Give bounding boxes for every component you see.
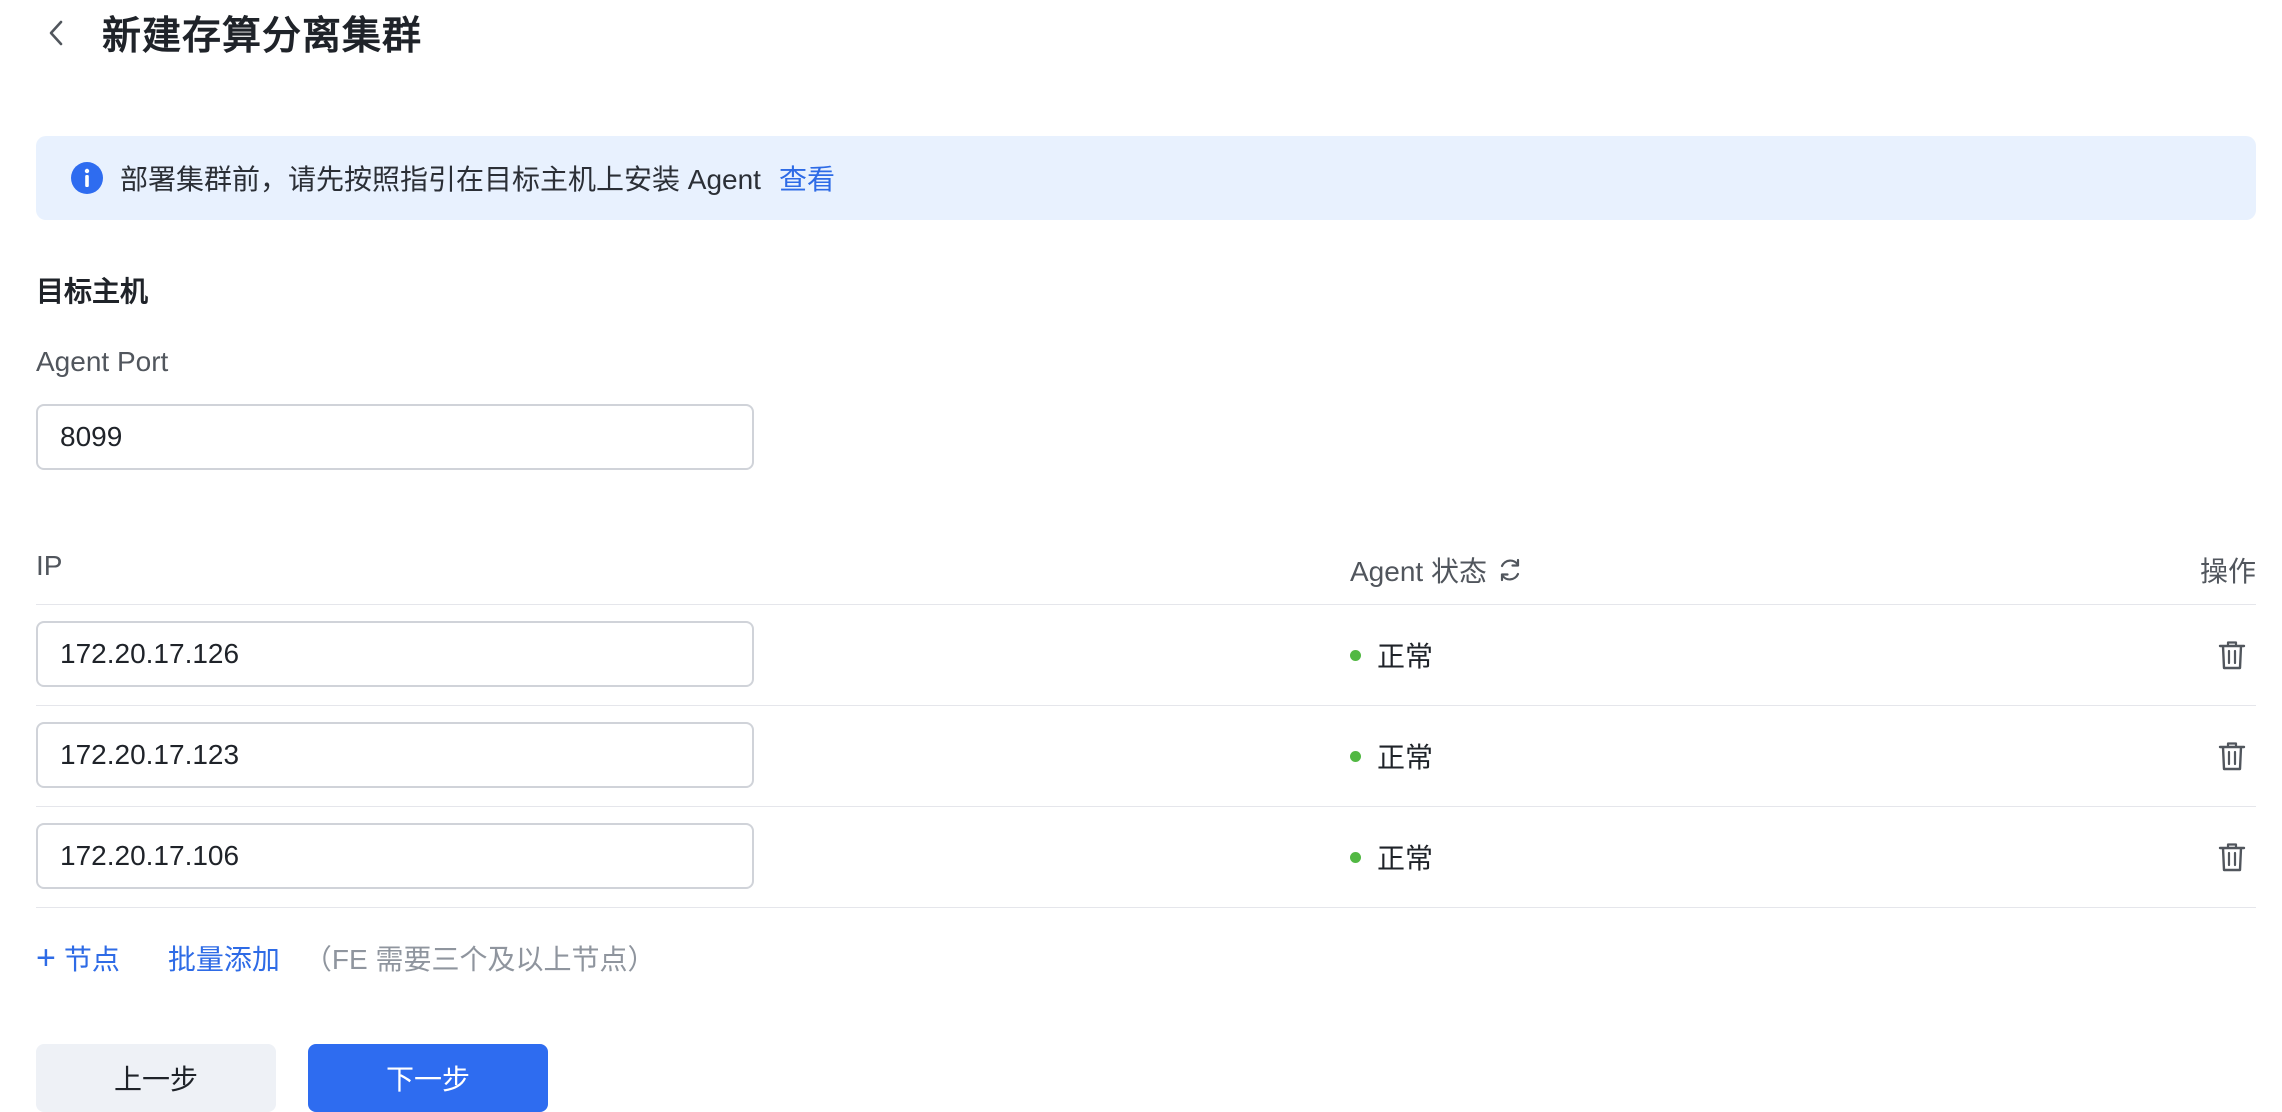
- status-dot: [1350, 750, 1361, 762]
- back-button[interactable]: [36, 13, 76, 53]
- column-header-status-label: Agent 状态: [1350, 556, 1487, 587]
- page-title: 新建存算分离集群: [102, 15, 423, 58]
- table-header: IP Agent 状态 操作: [36, 540, 2256, 605]
- ip-input[interactable]: [36, 621, 754, 687]
- info-alert: 部署集群前，请先按照指引在目标主机上安装 Agent 查看: [36, 136, 2256, 220]
- host-table: IP Agent 状态 操作 正常: [36, 540, 2256, 908]
- plus-icon: +: [36, 939, 56, 977]
- next-step-button[interactable]: 下一步: [308, 1044, 548, 1112]
- table-row: 正常: [36, 605, 2256, 706]
- node-count-hint: （FE 需要三个及以上节点）: [303, 944, 656, 975]
- agent-port-label: Agent Port: [36, 346, 169, 377]
- section-title: 目标主机: [36, 276, 149, 307]
- add-node-button[interactable]: + 节点: [36, 938, 120, 978]
- column-header-status: Agent 状态: [1350, 550, 1523, 590]
- alert-text: 部署集群前，请先按照指引在目标主机上安装 Agent: [120, 164, 761, 195]
- delete-button[interactable]: [2216, 841, 2248, 873]
- refresh-icon[interactable]: [1497, 557, 1523, 583]
- add-node-actions: + 节点 批量添加 （FE 需要三个及以上节点）: [36, 938, 655, 978]
- agent-status: 正常: [1350, 807, 1433, 907]
- agent-status-label: 正常: [1377, 742, 1434, 773]
- agent-status: 正常: [1350, 706, 1433, 806]
- agent-status-label: 正常: [1377, 843, 1434, 874]
- view-guide-link[interactable]: 查看: [779, 158, 835, 198]
- status-dot: [1350, 851, 1361, 863]
- agent-status: 正常: [1350, 605, 1433, 705]
- ip-input[interactable]: [36, 823, 754, 889]
- column-header-action: 操作: [2199, 556, 2256, 587]
- delete-button[interactable]: [2216, 740, 2248, 772]
- ip-input[interactable]: [36, 722, 754, 788]
- previous-step-button[interactable]: 上一步: [36, 1044, 276, 1112]
- trash-icon: [2218, 843, 2246, 872]
- agent-status-label: 正常: [1377, 641, 1434, 672]
- table-row: 正常: [36, 706, 2256, 807]
- add-node-label: 节点: [63, 944, 120, 975]
- column-header-ip: IP: [36, 550, 63, 581]
- trash-icon: [2218, 641, 2246, 670]
- trash-icon: [2218, 742, 2246, 771]
- create-cluster-page: 新建存算分离集群 部署集群前，请先按照指引在目标主机上安装 Agent 查看 目…: [0, 0, 2282, 1112]
- info-icon: [70, 161, 104, 195]
- chevron-left-icon: [49, 20, 63, 46]
- delete-button[interactable]: [2216, 639, 2248, 671]
- table-row: 正常: [36, 807, 2256, 908]
- page-header: 新建存算分离集群: [36, 0, 422, 66]
- status-dot: [1350, 649, 1361, 661]
- batch-add-link[interactable]: 批量添加: [168, 938, 280, 978]
- agent-port-input[interactable]: [36, 404, 754, 470]
